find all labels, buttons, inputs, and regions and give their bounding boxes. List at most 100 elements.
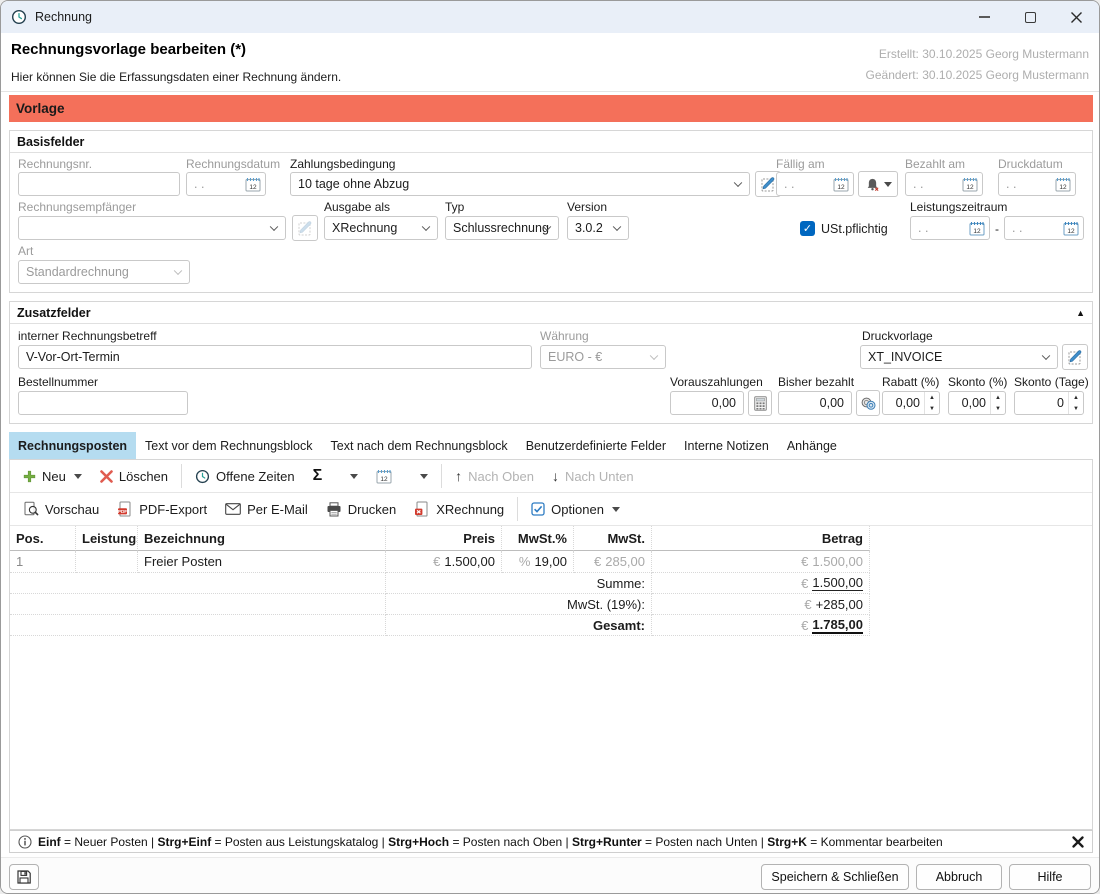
optionen-button[interactable]: Optionen xyxy=(522,495,629,523)
basisfelder-title: Basisfelder xyxy=(10,131,1092,153)
cell-bezeichnung[interactable]: Freier Posten xyxy=(138,551,386,573)
cell-betrag[interactable]: €1.500,00 xyxy=(652,551,870,573)
neu-button[interactable]: Neu xyxy=(14,462,91,490)
col-mwst-prozent[interactable]: MwSt.% xyxy=(502,526,574,551)
minimize-button[interactable] xyxy=(961,1,1007,33)
druckvorlage-edit-button[interactable] xyxy=(1062,344,1088,370)
cancel-button[interactable]: Abbruch xyxy=(916,864,1002,890)
betreff-input[interactable]: V-Vor-Ort-Termin xyxy=(18,345,532,369)
reminder-split-button[interactable] xyxy=(858,171,898,197)
leistungszeitraum-bis-input[interactable]: . . 12 xyxy=(1004,216,1084,240)
collapse-icon[interactable]: ▲ xyxy=(1076,308,1085,318)
cell-mwst-prozent[interactable]: %19,00 xyxy=(502,551,574,573)
calendar-icon[interactable]: 12 xyxy=(969,221,985,236)
svg-text:12: 12 xyxy=(973,228,981,235)
skonto-tage-label: Skonto (Tage) xyxy=(1014,375,1089,389)
rechnungsposten-panel: Neu Löschen Offene Zeiten Σ 12 xyxy=(9,459,1093,830)
bezahlt-input[interactable]: . . 12 xyxy=(905,172,983,196)
faellig-input[interactable]: . . 12 xyxy=(776,172,854,196)
version-select[interactable]: 3.0.2 xyxy=(567,216,629,240)
rechnungsempfaenger-edit-button[interactable] xyxy=(292,215,318,241)
arrow-up-icon: ↑ xyxy=(455,468,462,484)
leistungszeitraum-von-input[interactable]: . . 12 xyxy=(910,216,990,240)
zusatzfelder-panel: Zusatzfelder ▲ interner Rechnungsbetreff… xyxy=(9,301,1093,424)
rechnungsnr-input[interactable] xyxy=(18,172,180,196)
created-info: Erstellt: 30.10.2025 Georg Mustermann xyxy=(879,47,1089,61)
skonto-stepper[interactable]: 0,00 ▲▼ xyxy=(948,391,1006,415)
save-button[interactable] xyxy=(9,864,39,890)
xrechnung-export-button[interactable]: XRechnung xyxy=(405,495,513,523)
posten-row[interactable]: 1 Freier Posten €1.500,00 %19,00 €285,00… xyxy=(10,551,1092,573)
tab-interne-notizen[interactable]: Interne Notizen xyxy=(675,432,778,459)
leistungszeitraum-label: Leistungszeitraum xyxy=(910,200,1007,214)
bisher-bezahlt-input[interactable]: 0,00 xyxy=(778,391,852,415)
rechnungsdatum-input[interactable]: . . 12 xyxy=(186,172,266,196)
spin-up-icon[interactable]: ▲ xyxy=(991,392,1005,403)
spin-down-icon[interactable]: ▼ xyxy=(925,403,939,414)
calendar-icon[interactable]: 12 xyxy=(833,177,849,192)
col-betrag[interactable]: Betrag xyxy=(652,526,870,551)
save-and-close-button[interactable]: Speichern & Schließen xyxy=(761,864,909,890)
chevron-down-icon xyxy=(422,223,430,231)
spin-down-icon[interactable]: ▼ xyxy=(991,403,1005,414)
spin-up-icon[interactable]: ▲ xyxy=(925,392,939,403)
rechnungsempfaenger-select[interactable] xyxy=(18,216,286,240)
col-mwst[interactable]: MwSt. xyxy=(574,526,652,551)
col-pos[interactable]: Pos. xyxy=(10,526,76,551)
ust-pflichtig-checkbox[interactable]: ✓ xyxy=(800,221,815,236)
loeschen-button[interactable]: Löschen xyxy=(91,462,177,490)
cell-mwst[interactable]: €285,00 xyxy=(574,551,652,573)
col-preis[interactable]: Preis xyxy=(386,526,502,551)
summe-dropdown-button[interactable]: Σ xyxy=(304,462,368,490)
spin-up-icon[interactable]: ▲ xyxy=(1069,392,1083,403)
close-button[interactable] xyxy=(1053,1,1099,33)
col-bezeichnung[interactable]: Bezeichnung xyxy=(138,526,386,551)
help-button[interactable]: Hilfe xyxy=(1009,864,1091,890)
calendar-icon[interactable]: 12 xyxy=(1063,221,1079,236)
col-leistung[interactable]: Leistungs... xyxy=(76,526,138,551)
maximize-button[interactable] xyxy=(1007,1,1053,33)
calendar-icon[interactable]: 12 xyxy=(1055,177,1071,192)
tab-rechnungsposten[interactable]: Rechnungsposten xyxy=(9,432,136,459)
cell-pos[interactable]: 1 xyxy=(10,551,76,573)
chevron-down-icon[interactable] xyxy=(74,474,82,479)
offene-zeiten-button[interactable]: Offene Zeiten xyxy=(186,462,304,490)
drucken-button[interactable]: Drucken xyxy=(317,495,405,523)
rabatt-label: Rabatt (%) xyxy=(882,375,939,389)
pdf-export-button[interactable]: PDF PDF-Export xyxy=(108,495,216,523)
zahlungsbedingung-select[interactable]: 10 tage ohne Abzug xyxy=(290,172,750,196)
tab-text-nach-rechnungsblock[interactable]: Text nach dem Rechnungsblock xyxy=(322,432,517,459)
tab-benutzerdefinierte-felder[interactable]: Benutzerdefinierte Felder xyxy=(517,432,675,459)
typ-select[interactable]: Schlussrechnung xyxy=(445,216,559,240)
svg-text:12: 12 xyxy=(837,184,845,191)
faellig-label: Fällig am xyxy=(776,157,825,171)
druckdatum-input[interactable]: . . 12 xyxy=(998,172,1076,196)
cell-preis[interactable]: €1.500,00 xyxy=(386,551,502,573)
vorauszahlungen-input[interactable]: 0,00 xyxy=(670,391,744,415)
spin-down-icon[interactable]: ▼ xyxy=(1069,403,1083,414)
tab-text-vor-rechnungsblock[interactable]: Text vor dem Rechnungsblock xyxy=(136,432,321,459)
cell-leistung[interactable] xyxy=(76,551,138,573)
rechnungsdatum-label: Rechnungsdatum xyxy=(186,157,280,171)
chevron-down-icon[interactable] xyxy=(612,507,620,512)
chevron-down-icon[interactable] xyxy=(350,474,358,479)
info-icon xyxy=(18,835,32,849)
tab-anhaenge[interactable]: Anhänge xyxy=(778,432,846,459)
art-select: Standardrechnung xyxy=(18,260,190,284)
per-email-button[interactable]: Per E-Mail xyxy=(216,495,317,523)
posten-table-header: Pos. Leistungs... Bezeichnung Preis MwSt… xyxy=(10,526,1092,551)
vorauszahlungen-calc-button[interactable] xyxy=(748,390,772,416)
header-divider xyxy=(1,91,1099,92)
chevron-down-icon[interactable] xyxy=(420,474,428,479)
datum-dropdown-button[interactable]: 12 xyxy=(367,462,437,490)
rabatt-stepper[interactable]: 0,00 ▲▼ xyxy=(882,391,940,415)
vorschau-button[interactable]: Vorschau xyxy=(14,495,108,523)
bestellnummer-input[interactable] xyxy=(18,391,188,415)
calendar-icon[interactable]: 12 xyxy=(245,177,261,192)
druckvorlage-select[interactable]: XT_INVOICE xyxy=(860,345,1058,369)
statusbar-close-button[interactable] xyxy=(1072,836,1084,848)
bisher-bezahlt-payments-button[interactable] xyxy=(856,390,880,416)
ausgabe-als-select[interactable]: XRechnung xyxy=(324,216,438,240)
calendar-icon[interactable]: 12 xyxy=(962,177,978,192)
skonto-tage-stepper[interactable]: 0 ▲▼ xyxy=(1014,391,1084,415)
